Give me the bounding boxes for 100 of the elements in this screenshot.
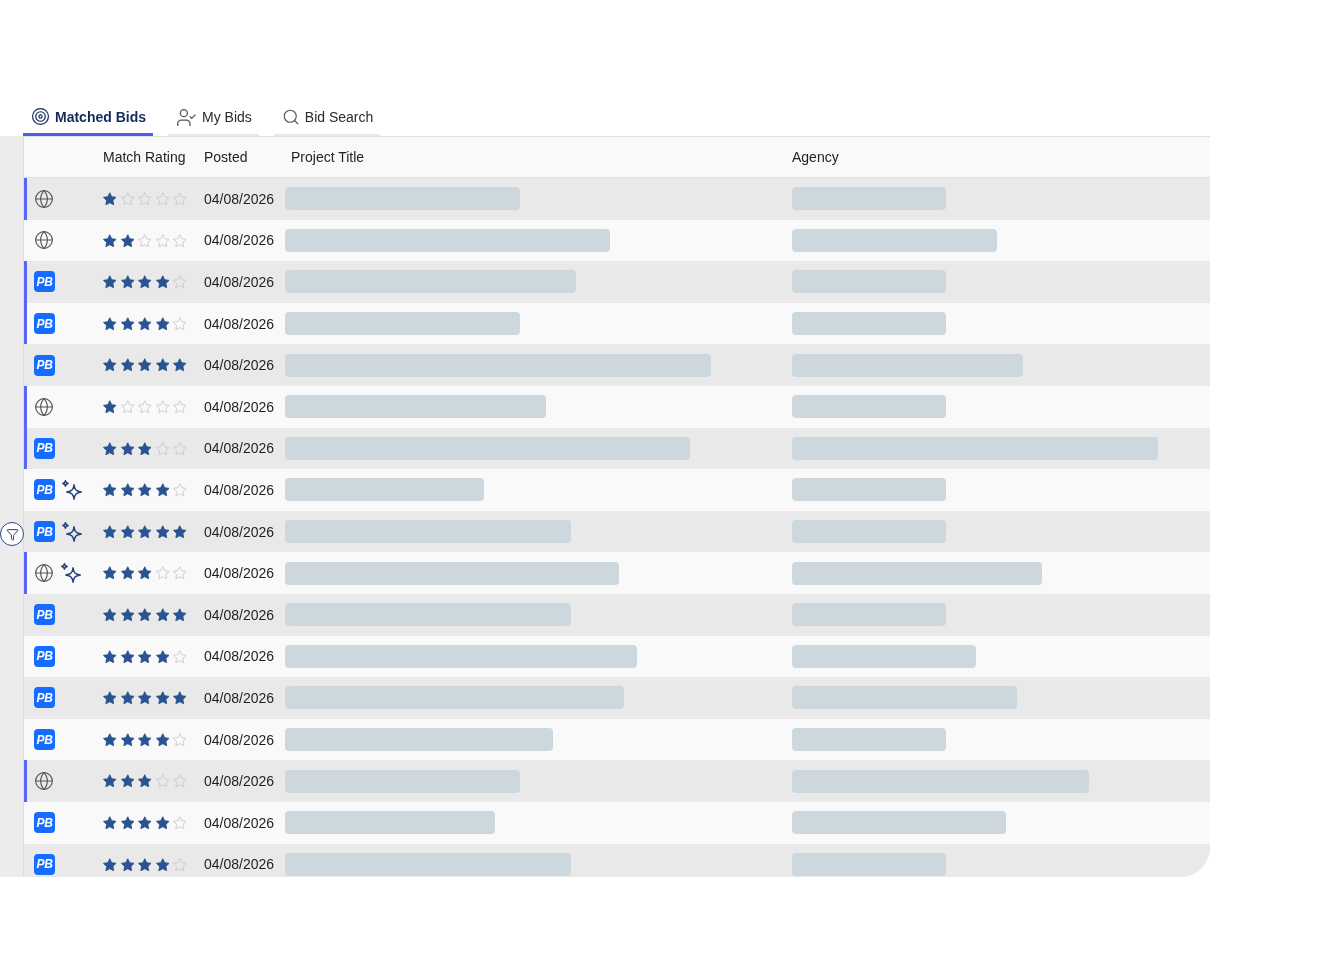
source-badge: PB xyxy=(34,812,55,834)
star-icon xyxy=(138,566,152,580)
star-icon xyxy=(173,400,187,414)
posted-date: 04/08/2026 xyxy=(204,565,275,582)
globe-icon xyxy=(34,563,54,584)
source-badge: PB xyxy=(34,354,55,376)
star-icon xyxy=(103,857,117,872)
star-icon xyxy=(138,316,152,331)
source-badge: PB xyxy=(34,687,55,709)
star-icon xyxy=(103,483,117,497)
star-icon xyxy=(120,691,134,705)
star-icon xyxy=(138,275,152,289)
star-icon xyxy=(155,857,169,872)
table-row[interactable]: PB 04/08/2026 xyxy=(24,469,1210,511)
star-icon xyxy=(155,815,169,830)
star-icon xyxy=(138,774,152,788)
star-icon xyxy=(120,649,134,664)
star-icon xyxy=(173,358,187,372)
star-icon xyxy=(120,608,134,622)
posted-date: 04/08/2026 xyxy=(204,606,275,623)
posted-date: 04/08/2026 xyxy=(204,523,275,540)
star-icon xyxy=(120,483,134,497)
star-icon xyxy=(155,649,169,664)
globe-icon xyxy=(34,396,54,417)
posted-date: 04/08/2026 xyxy=(204,814,275,831)
column-header[interactable]: Project Title xyxy=(285,149,365,165)
posted-date: 04/08/2026 xyxy=(204,856,275,873)
star-icon xyxy=(103,524,117,539)
star-icon xyxy=(173,649,187,664)
star-icon xyxy=(173,316,187,331)
star-icon xyxy=(173,233,187,248)
star-icon xyxy=(138,815,152,830)
star-icon xyxy=(103,566,117,580)
star-icon xyxy=(103,815,117,830)
user-check-icon xyxy=(176,106,197,128)
search-icon xyxy=(281,108,300,126)
posted-date: 04/08/2026 xyxy=(204,440,275,457)
source-badge: PB xyxy=(34,521,55,543)
star-icon xyxy=(173,815,187,830)
posted-date: 04/08/2026 xyxy=(204,648,275,665)
column-header[interactable]: Posted xyxy=(204,149,248,165)
star-icon xyxy=(138,233,152,248)
star-icon xyxy=(103,691,117,705)
posted-date: 04/08/2026 xyxy=(204,398,275,415)
star-icon xyxy=(173,275,187,289)
star-icon xyxy=(138,649,152,664)
source-badge: PB xyxy=(34,479,55,501)
star-icon xyxy=(173,441,187,456)
star-icon xyxy=(173,524,187,539)
star-icon xyxy=(120,524,134,539)
column-header[interactable]: Agency xyxy=(792,149,839,165)
table-row[interactable]: PB 04/08/2026 xyxy=(24,302,1210,345)
star-icon xyxy=(138,358,152,372)
star-icon xyxy=(138,400,152,414)
star-icon xyxy=(155,192,169,206)
table-row[interactable]: 04/08/2026 xyxy=(24,219,1210,262)
posted-date: 04/08/2026 xyxy=(204,731,275,748)
star-icon xyxy=(103,192,117,206)
star-icon xyxy=(103,358,117,372)
filter-icon xyxy=(5,527,19,541)
star-icon xyxy=(155,275,169,289)
star-icon xyxy=(103,441,117,456)
source-badge: PB xyxy=(34,604,55,626)
table-row[interactable]: 04/08/2026 xyxy=(24,552,1210,594)
star-icon xyxy=(120,815,134,830)
posted-date: 04/08/2026 xyxy=(204,689,275,706)
star-icon xyxy=(103,233,117,248)
star-icon xyxy=(103,400,117,414)
source-badge: PB xyxy=(34,313,55,335)
star-icon xyxy=(155,732,169,747)
target-icon xyxy=(31,107,50,126)
star-icon xyxy=(155,441,169,456)
posted-date: 04/08/2026 xyxy=(204,232,275,249)
star-icon xyxy=(103,275,117,289)
star-icon xyxy=(173,732,187,747)
source-badge: PB xyxy=(34,645,55,667)
star-icon xyxy=(103,608,117,622)
star-icon xyxy=(173,774,187,788)
star-icon xyxy=(173,857,187,872)
globe-icon xyxy=(34,230,54,251)
star-icon xyxy=(155,233,169,248)
posted-date: 04/08/2026 xyxy=(204,274,275,290)
star-icon xyxy=(138,857,152,872)
star-icon xyxy=(120,857,134,872)
star-icon xyxy=(103,732,117,747)
table-row[interactable]: 04/08/2026 xyxy=(24,385,1210,428)
table-row[interactable]: PB 04/08/2026 xyxy=(24,801,1210,844)
star-icon xyxy=(120,566,134,580)
star-icon xyxy=(173,608,187,622)
table-row[interactable]: PB 04/08/2026 xyxy=(24,635,1210,678)
star-icon xyxy=(155,483,169,497)
star-icon xyxy=(173,192,187,206)
star-icon xyxy=(138,608,152,622)
posted-date: 04/08/2026 xyxy=(204,773,275,790)
star-icon xyxy=(120,400,134,414)
star-icon xyxy=(120,275,134,289)
column-header[interactable]: Match Rating xyxy=(103,149,186,165)
filter-button[interactable] xyxy=(0,522,24,546)
table-row[interactable]: PB 04/08/2026 xyxy=(24,718,1210,761)
star-icon xyxy=(138,483,152,497)
